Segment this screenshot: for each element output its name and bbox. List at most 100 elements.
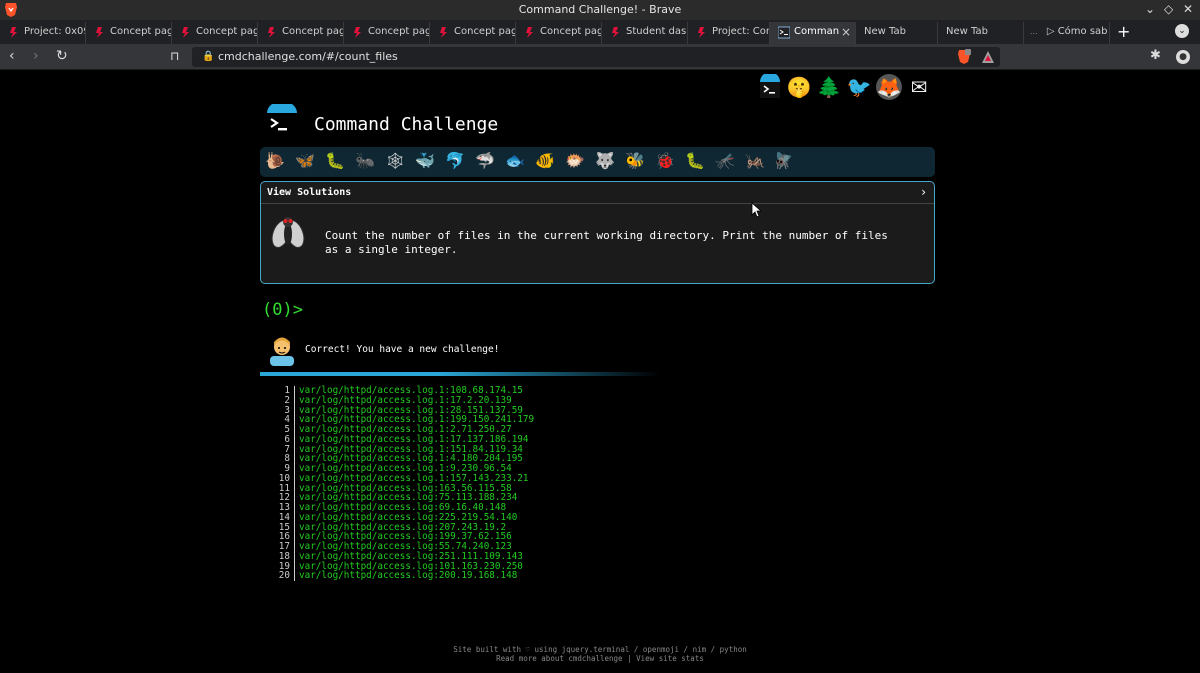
tab-audio-icon: ... <box>1030 27 1038 36</box>
line-separator <box>294 405 295 416</box>
tab-project-command[interactable]: Project: Com <box>688 22 770 44</box>
tab-concept-page[interactable]: Concept pag <box>258 22 344 44</box>
line-separator <box>294 483 295 494</box>
shushing-face-icon[interactable]: 🤫 <box>786 74 812 100</box>
tab-project-0x09[interactable]: Project: 0x09 <box>0 22 86 44</box>
line-separator <box>294 473 295 484</box>
dolphin-icon[interactable]: 🐬 <box>445 151 465 170</box>
line-number: 2 <box>284 394 290 406</box>
terminal-prompt[interactable]: (0)> <box>262 300 303 320</box>
app-title: Command Challenge <box>314 114 499 135</box>
challenge-description: Count the number of files in the current… <box>325 229 888 256</box>
line-separator <box>294 522 295 533</box>
profile-icon[interactable]: ● <box>1176 50 1190 64</box>
tab-new-tab[interactable]: New Tab <box>938 22 1024 44</box>
close-tab-icon[interactable]: × <box>841 22 851 42</box>
line-separator <box>294 561 295 572</box>
tab-label: Comman <box>794 26 840 37</box>
caterpillar-icon[interactable]: 🐛 <box>325 151 345 170</box>
command-output: 1 var/log/httpd/access.log.1:108.68.174.1… <box>270 386 534 581</box>
tree-icon[interactable]: 🌲 <box>816 74 842 100</box>
tab-concept-page[interactable]: Concept pag <box>516 22 602 44</box>
holberton-favicon-icon <box>354 27 361 38</box>
back-button[interactable]: ‹ <box>9 48 15 64</box>
tab-concept-page[interactable]: Concept pag <box>430 22 516 44</box>
holberton-favicon-icon <box>96 27 103 38</box>
holberton-favicon-icon <box>698 27 705 38</box>
new-tab-button[interactable]: + <box>1117 22 1130 41</box>
line-separator <box>294 532 295 542</box>
line-number: 1 <box>284 385 290 396</box>
tab-student-dashboard[interactable]: Student dasl <box>602 22 688 44</box>
cmdchallenge-logo-icon[interactable] <box>757 74 783 100</box>
wolf-icon[interactable]: 🐺 <box>595 151 615 170</box>
tab-concept-page[interactable]: Concept pag <box>344 22 430 44</box>
line-separator <box>294 415 295 425</box>
lock-icon: 🔒 <box>202 51 215 62</box>
view-solutions-label: View Solutions <box>267 187 352 198</box>
twitter-icon[interactable]: 🐦 <box>846 74 872 100</box>
line-separator <box>294 434 295 445</box>
tropical-fish-icon[interactable]: 🐠 <box>535 151 555 170</box>
view-solutions-header[interactable]: View Solutions › <box>261 182 934 204</box>
worm-icon[interactable]: 🐛 <box>685 151 705 170</box>
line-separator <box>294 395 295 406</box>
tab-label: Concept pag <box>540 26 602 37</box>
window-titlebar: Command Challenge! - Brave ⌄ ◇ ✕ <box>0 0 1200 20</box>
maximize-icon[interactable]: ◇ <box>1164 2 1173 16</box>
tab-label: Project: 0x09 <box>24 26 86 37</box>
holberton-favicon-icon <box>10 27 17 38</box>
tab-command-challenge[interactable]: Comman × <box>770 22 856 44</box>
line-number: 20 <box>278 570 290 582</box>
snail-icon[interactable]: 🐌 <box>265 151 285 170</box>
holberton-favicon-icon <box>526 27 533 38</box>
line-number: 3 <box>284 404 290 416</box>
cricket-icon[interactable]: 🦗 <box>745 151 765 170</box>
output-line: 20 var/log/httpd/access.log:200.19.168.14… <box>270 571 534 581</box>
line-number: 4 <box>284 414 290 426</box>
gitlab-icon[interactable]: 🦊 <box>876 74 902 100</box>
blowfish-icon[interactable]: 🐡 <box>565 151 585 170</box>
line-separator <box>294 551 295 562</box>
whale-icon[interactable]: 🐳 <box>415 151 435 170</box>
forward-button[interactable]: › <box>33 48 39 64</box>
extensions-icon[interactable]: ✱ <box>1150 48 1161 63</box>
fly-icon <box>271 217 305 248</box>
spider-web-icon[interactable]: 🕸 <box>385 151 405 170</box>
bee-icon[interactable]: 🐝 <box>625 151 645 170</box>
fish-icon[interactable]: 🐟 <box>505 151 525 170</box>
tab-concept-page[interactable]: Concept pag <box>86 22 172 44</box>
address-bar[interactable]: 🔒 cmdchallenge.com/#/count_files <box>192 47 1000 67</box>
minimize-icon[interactable]: ⌄ <box>1145 2 1155 16</box>
tab-label: New Tab <box>946 26 988 37</box>
mosquito-icon[interactable]: 🦟 <box>715 151 735 170</box>
address-url[interactable]: cmdchallenge.com/#/count_files <box>218 50 398 63</box>
butterfly-icon[interactable]: 🦋 <box>295 151 315 170</box>
challenge-icon-bar: 🐌 🦋 🐛 🐜 🕸 🐳 🐬 🦈 🐟 🐠 🐡 🐺 🐝 🐞 🐛 🦟 🦗 🪰 <box>260 147 935 177</box>
ant-icon[interactable]: 🐜 <box>355 151 375 170</box>
email-icon[interactable]: ✉ <box>906 74 932 100</box>
brave-rewards-icon[interactable] <box>981 50 995 64</box>
reload-button[interactable]: ↻ <box>56 48 68 64</box>
tab-como-sab[interactable]: ... ▷ Cómo sab <box>1024 22 1110 44</box>
holberton-favicon-icon <box>440 27 447 38</box>
ladybug-icon[interactable]: 🐞 <box>655 151 675 170</box>
chevron-right-icon[interactable]: › <box>921 185 926 199</box>
close-window-icon[interactable]: ✕ <box>1183 2 1193 16</box>
line-separator <box>294 444 295 455</box>
line-text: var/log/httpd/access.log:200.19.168.148 <box>299 570 518 582</box>
footer-links[interactable]: Read more about cmdchallenge | View site… <box>0 654 1200 663</box>
line-separator <box>294 464 295 474</box>
tab-concept-page[interactable]: Concept pag <box>172 22 258 44</box>
shark-icon[interactable]: 🦈 <box>475 151 495 170</box>
app-logo-icon <box>267 104 297 137</box>
fly-icon[interactable]: 🪰 <box>773 151 793 170</box>
line-separator <box>294 512 295 523</box>
line-separator <box>294 571 295 581</box>
tab-search-icon[interactable]: ⌄ <box>1175 24 1189 38</box>
bookmark-icon[interactable]: ⊓ <box>170 49 179 63</box>
brave-shields-icon[interactable] <box>957 49 971 65</box>
window-title: Command Challenge! - Brave <box>518 3 682 16</box>
tab-new-tab[interactable]: New Tab <box>856 22 938 44</box>
person-avatar-icon <box>270 337 294 366</box>
